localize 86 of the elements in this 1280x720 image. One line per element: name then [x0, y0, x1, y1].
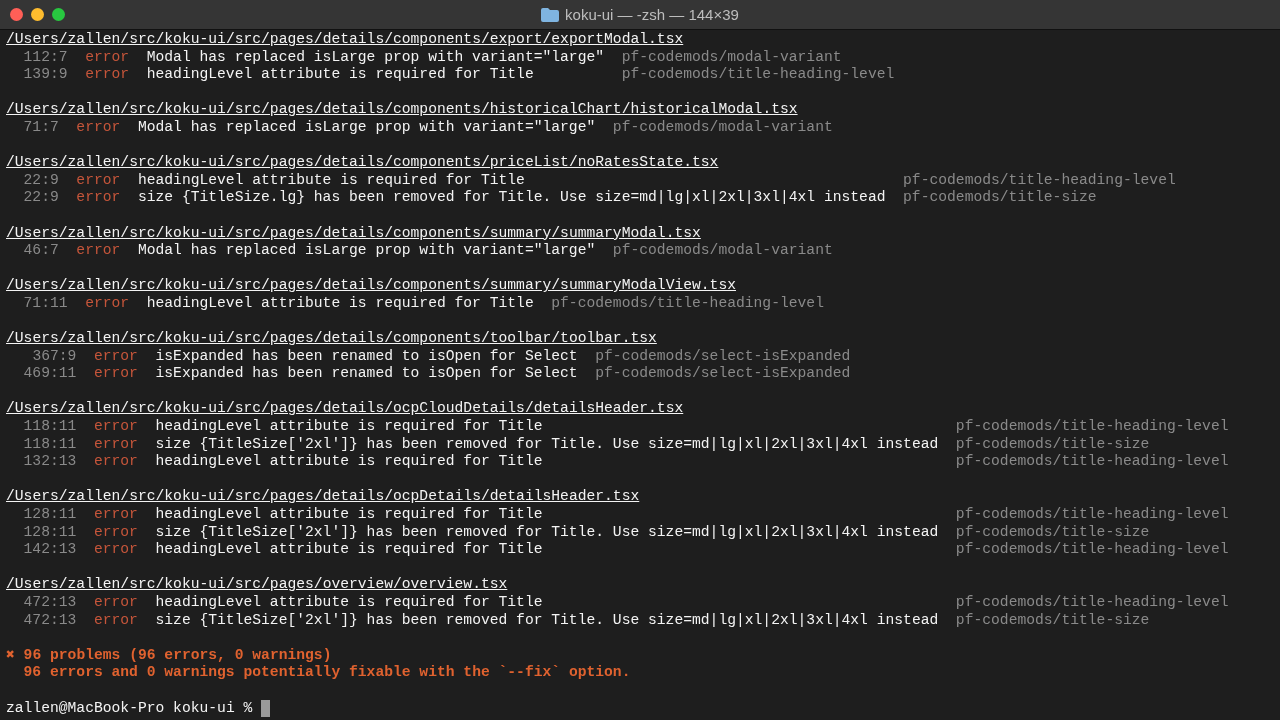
zoom-button[interactable] — [52, 8, 65, 21]
severity-label: error — [93, 594, 138, 612]
file-path: /Users/zallen/src/koku-ui/src/pages/details/components/export/exportModal.tsx — [6, 31, 684, 49]
rule-name: pf-codemods/title-heading-level — [955, 453, 1229, 471]
line-location: 71:11 — [23, 294, 68, 313]
severity-label: error — [93, 506, 138, 524]
folder-icon — [541, 7, 560, 22]
line-location: 472:13 — [23, 594, 77, 612]
error-message: isExpanded has been renamed to isOpen for Select — [155, 365, 578, 383]
file-path: /Users/zallen/src/koku-ui/src/pages/details/components/summary/summaryModal.tsx — [6, 224, 701, 243]
file-path: /Users/zallen/src/koku-ui/src/pages/details/components/historicalChart/historicalModal.tsx — [6, 101, 798, 119]
error-message: Modal has replaced isLarge prop with variant="large" — [137, 118, 596, 137]
rule-name: pf-codemods/modal-variant — [612, 118, 833, 137]
error-message: headingLevel attribute is required for Title — [146, 66, 535, 84]
rule-name: pf-codemods/title-heading-level — [551, 294, 824, 313]
error-message: headingLevel attribute is required for Title — [155, 453, 544, 471]
severity-label: error — [93, 541, 138, 559]
line-location: 22:9 — [23, 171, 59, 190]
rule-name: pf-codemods/title-heading-level — [955, 594, 1229, 612]
line-location: 142:13 — [23, 541, 77, 559]
problems-summary: ✖ 96 problems (96 errors, 0 warnings) — [6, 646, 332, 665]
line-location: 128:11 — [23, 506, 77, 524]
severity-label: error — [93, 365, 138, 383]
shell-prompt: zallen@MacBook-Pro koku-ui % — [6, 699, 253, 718]
line-location: 367:9 — [31, 347, 77, 366]
text-cursor — [261, 699, 271, 717]
error-message: size {TitleSize['2xl']} has been removed for Title. Use size=md|lg|xl|2xl|3xl|4xl instead — [155, 435, 939, 454]
line-location: 71:7 — [23, 118, 59, 137]
severity-label: error — [76, 242, 121, 260]
line-location: 112:7 — [23, 48, 68, 67]
severity-label: error — [93, 523, 138, 542]
error-message: headingLevel attribute is required for Title — [155, 541, 544, 559]
rule-name: pf-codemods/title-heading-level — [955, 506, 1229, 524]
rule-name: pf-codemods/title-heading-level — [955, 541, 1229, 559]
error-message: headingLevel attribute is required for Title — [155, 418, 544, 436]
file-path: /Users/zallen/src/koku-ui/src/pages/details/components/priceList/noRatesState.tsx — [6, 154, 719, 172]
severity-label: error — [93, 435, 138, 454]
rule-name: pf-codemods/modal-variant — [612, 242, 833, 260]
rule-name: pf-codemods/title-size — [903, 189, 1098, 207]
line-location: 139:9 — [23, 66, 68, 84]
severity-label: error — [93, 418, 138, 436]
file-path: /Users/zallen/src/koku-ui/src/pages/details/components/summary/summaryModalView.tsx — [6, 277, 736, 295]
severity-label: error — [85, 66, 130, 84]
file-path: /Users/zallen/src/koku-ui/src/pages/overview/overview.tsx — [6, 576, 508, 594]
rule-name: pf-codemods/title-size — [955, 523, 1151, 542]
file-path: /Users/zallen/src/koku-ui/src/pages/details/ocpDetails/detailsHeader.tsx — [6, 488, 640, 507]
rule-name: pf-codemods/title-size — [955, 435, 1151, 454]
line-location: 22:9 — [23, 189, 59, 207]
line-location: 118:11 — [23, 435, 77, 454]
error-message: size {TitleSize.lg} has been removed for Title. Use size=md|lg|xl|2xl|3xl|4xl instead — [137, 189, 886, 207]
error-message: Modal has replaced isLarge prop with variant="large" — [137, 242, 596, 260]
line-location: 132:13 — [23, 453, 77, 471]
close-button[interactable] — [10, 8, 23, 21]
line-location: 472:13 — [23, 611, 77, 630]
severity-label: error — [93, 611, 138, 630]
error-message: headingLevel attribute is required for Title — [146, 294, 534, 313]
severity-label: error — [76, 171, 121, 190]
severity-label: error — [76, 189, 121, 207]
rule-name: pf-codemods/title-heading-level — [903, 171, 1176, 190]
rule-name: pf-codemods/select-isExpanded — [595, 347, 851, 366]
rule-name: pf-codemods/select-isExpanded — [595, 365, 851, 383]
severity-label: error — [93, 347, 138, 366]
window-title: koku-ui — -zsh — 144×39 — [565, 5, 739, 24]
file-path: /Users/zallen/src/koku-ui/src/pages/details/components/toolbar/toolbar.tsx — [6, 330, 657, 348]
minimize-button[interactable] — [31, 8, 44, 21]
severity-label: error — [85, 48, 130, 67]
error-message: size {TitleSize['2xl']} has been removed for Title. Use size=md|lg|xl|2xl|3xl|4xl instead — [155, 523, 939, 542]
severity-label: error — [85, 294, 130, 313]
error-message: size {TitleSize['2xl']} has been removed for Title. Use size=md|lg|xl|2xl|3xl|4xl instead — [155, 611, 939, 630]
line-location: 469:11 — [23, 365, 77, 383]
error-message: headingLevel attribute is required for Title — [155, 506, 544, 524]
error-message: Modal has replaced isLarge prop with variant="large" — [146, 48, 605, 67]
rule-name: pf-codemods/title-heading-level — [621, 66, 895, 84]
line-location: 118:11 — [23, 418, 77, 436]
severity-label: error — [93, 453, 138, 471]
error-message: headingLevel attribute is required for Title — [155, 594, 544, 612]
error-message: headingLevel attribute is required for Title — [137, 171, 526, 190]
rule-name: pf-codemods/title-size — [955, 611, 1151, 630]
file-path: /Users/zallen/src/koku-ui/src/pages/details/ocpCloudDetails/detailsHeader.tsx — [6, 400, 684, 419]
error-message: isExpanded has been renamed to isOpen for Select — [155, 347, 578, 366]
severity-label: error — [76, 118, 121, 137]
fixable-summary: 96 errors and 0 warnings potentially fixable with the `--fix` option. — [22, 664, 631, 682]
rule-name: pf-codemods/title-heading-level — [955, 418, 1229, 436]
line-location: 128:11 — [23, 523, 77, 542]
line-location: 46:7 — [23, 242, 59, 260]
rule-name: pf-codemods/modal-variant — [621, 48, 843, 67]
